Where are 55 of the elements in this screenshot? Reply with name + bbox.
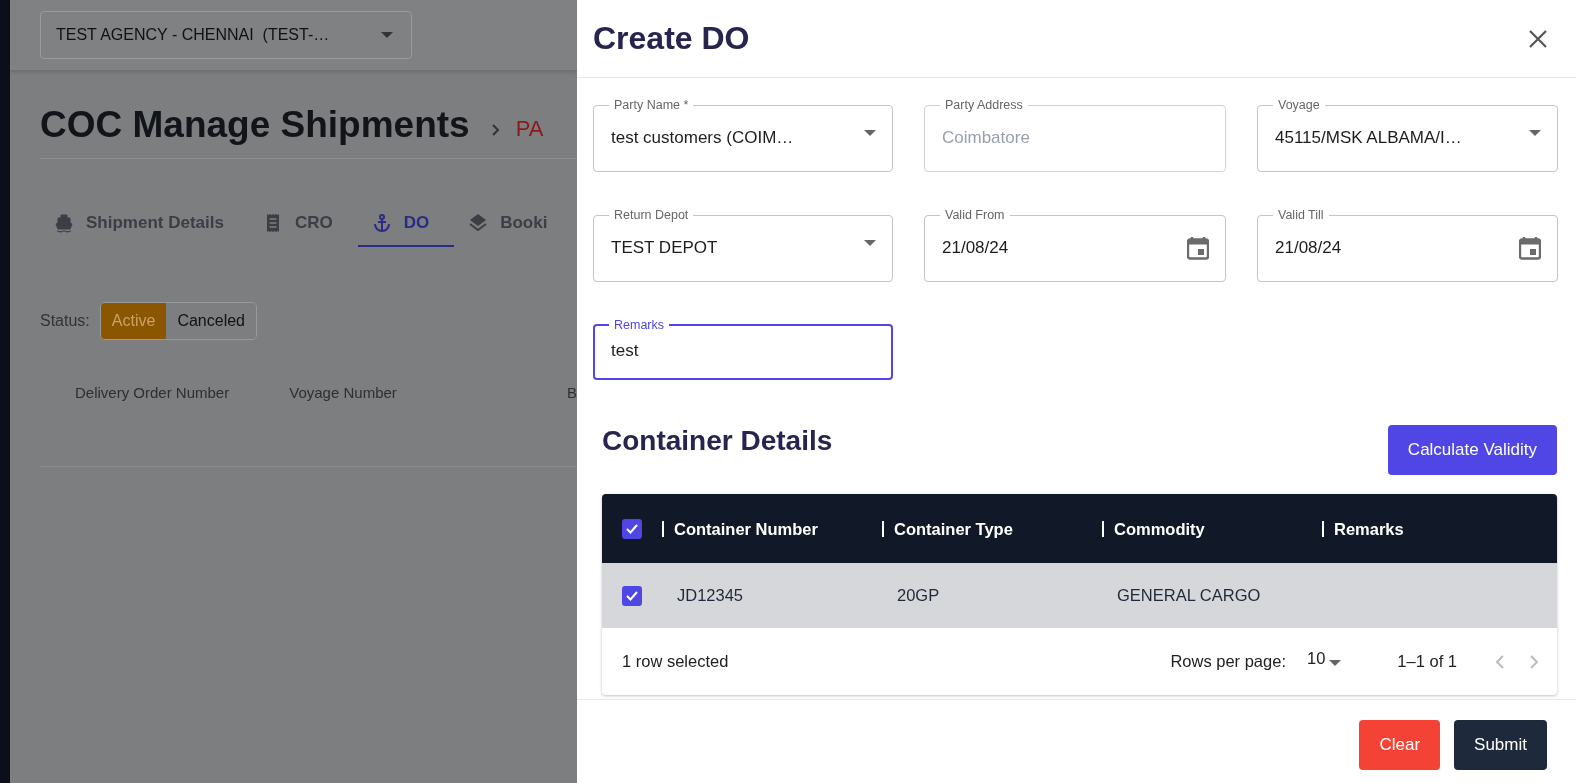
select-field[interactable]: Party Name * test customers (COIM… [593, 98, 893, 172]
submit-button[interactable]: Submit [1454, 720, 1547, 770]
dropdown-arrow-icon [864, 239, 876, 246]
field-value: 21/08/24 [942, 237, 1010, 258]
date-field[interactable]: Valid Till 21/08/24 [1257, 208, 1558, 282]
field-label: Valid Till [1277, 208, 1325, 222]
dropdown-arrow-icon [864, 129, 876, 136]
select-field[interactable]: Return Depot TEST DEPOT [593, 208, 893, 282]
anchor-icon [371, 213, 392, 233]
field-label: Party Address [944, 98, 1024, 112]
field-value: test [611, 341, 640, 361]
select-field[interactable]: Voyage 45115/MSK ALBAMA/I… [1257, 98, 1558, 172]
dropdown-arrow-icon [1329, 659, 1342, 666]
table-cell-text: 20GP [896, 586, 941, 605]
page-range: 1–1 of 1 [1397, 652, 1457, 671]
field-value: Coimbatore [942, 127, 1031, 148]
field-value: 21/08/24 [1275, 237, 1343, 258]
table-cell-text: JD12345 [676, 586, 745, 605]
clear-button[interactable]: Clear [1359, 720, 1441, 770]
field-label: Remarks [613, 318, 665, 332]
field-label: Voyage [1277, 98, 1321, 112]
chevron-right-icon [491, 124, 500, 136]
field-label: Valid From [944, 208, 1006, 222]
date-field[interactable]: Valid From 21/08/24 [924, 208, 1226, 282]
section-title: Container Details [602, 425, 833, 457]
column-header[interactable]: Container Number [662, 520, 882, 537]
field-value: 45115/MSK ALBAMA/I… [1275, 127, 1463, 148]
checkbox[interactable] [622, 518, 642, 539]
dropdown-arrow-icon [1529, 129, 1541, 136]
table-cell-text: GENERAL CARGO [1116, 586, 1262, 605]
column-header: Voyage Number [289, 384, 398, 403]
column-header: B [567, 384, 577, 403]
ship-icon [54, 213, 74, 233]
selection-count: 1 row selected [622, 652, 730, 671]
column-header: Delivery Order Number [75, 384, 231, 403]
field-value: TEST DEPOT [611, 237, 719, 258]
field-label: Return Depot [613, 208, 690, 222]
checkbox[interactable] [622, 585, 642, 606]
page-title: COC Manage Shipments [40, 104, 470, 146]
calendar-icon[interactable] [1519, 235, 1541, 260]
column-header[interactable]: Commodity [1102, 520, 1322, 537]
table-row[interactable]: JD12345 20GP GENERAL CARGO [602, 563, 1557, 628]
column-header[interactable]: Container Type [882, 520, 1102, 537]
status-label: Status: [40, 312, 90, 330]
column-header[interactable]: Remarks [1322, 520, 1557, 537]
drawer-title: Create DO [593, 20, 750, 57]
calendar-icon[interactable] [1187, 235, 1209, 260]
field-value: test customers (COIM… [611, 127, 795, 148]
field-label: Party Name * [613, 98, 690, 112]
calculate-validity-button[interactable]: Calculate Validity [1387, 425, 1557, 475]
text-field[interactable]: Remarks test [593, 318, 893, 380]
agency-select[interactable]: TEST AGENCY - CHENNAI (TEST-… [40, 11, 412, 59]
layers-icon [468, 213, 489, 233]
dropdown-arrow-icon [381, 32, 393, 38]
rows-per-page-label: Rows per page: [1170, 652, 1286, 671]
